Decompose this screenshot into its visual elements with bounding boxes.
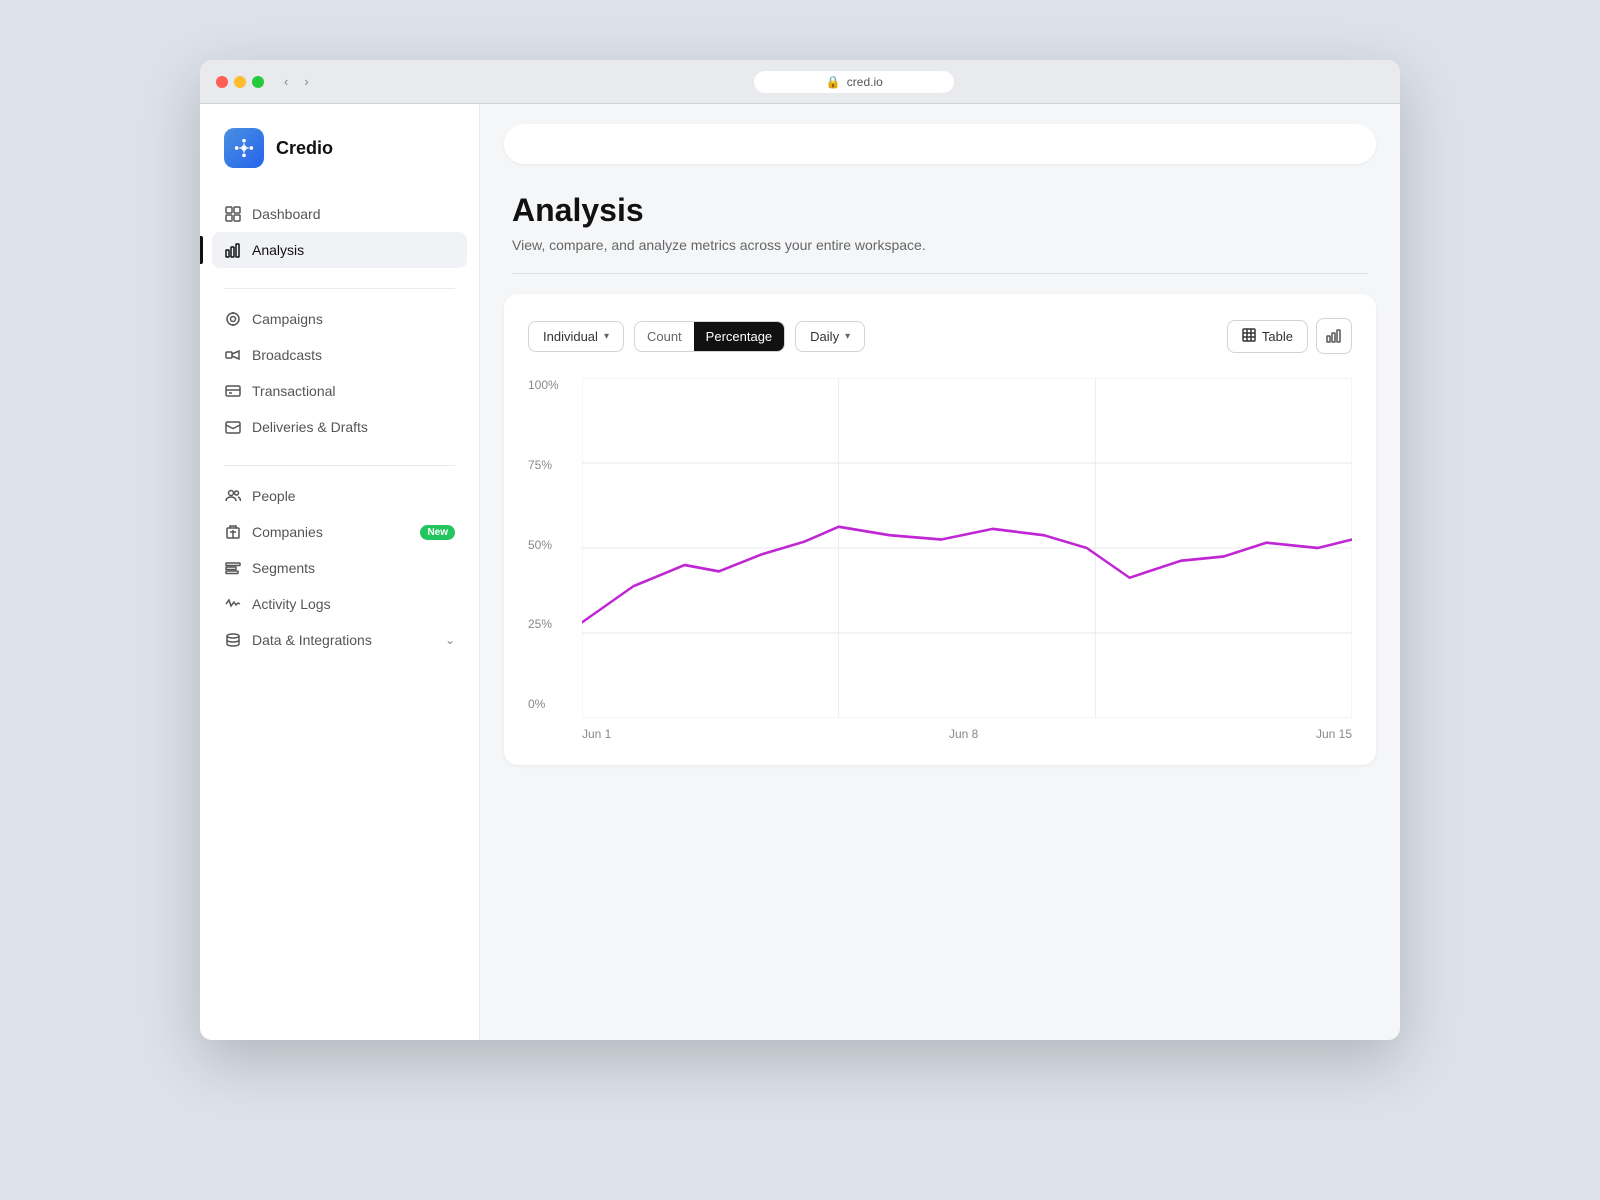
sidebar-people-label: People	[252, 488, 455, 504]
people-icon	[224, 487, 242, 505]
sidebar-item-data-integrations[interactable]: Data & Integrations ⌄	[212, 622, 467, 658]
daily-label: Daily	[810, 329, 839, 344]
header-divider	[512, 273, 1368, 274]
url-text: cred.io	[847, 75, 883, 89]
deliveries-icon	[224, 418, 242, 436]
sidebar: Credio Dashboard	[200, 104, 480, 1040]
y-label-50: 50%	[528, 538, 578, 552]
daily-filter[interactable]: Daily ▾	[795, 321, 865, 352]
sidebar-item-companies[interactable]: Companies New	[212, 514, 467, 550]
count-percentage-toggle: Count Percentage	[634, 321, 785, 352]
browser-chrome: ‹ › 🔒 cred.io	[200, 60, 1400, 104]
table-view-button[interactable]: Table	[1227, 320, 1308, 353]
sidebar-activity-label: Activity Logs	[252, 596, 455, 612]
chart-view-button[interactable]	[1316, 318, 1352, 354]
activity-icon	[224, 595, 242, 613]
companies-new-badge: New	[420, 525, 455, 540]
sidebar-companies-label: Companies	[252, 524, 406, 540]
sidebar-item-campaigns[interactable]: Campaigns	[212, 301, 467, 337]
chevron-down-icon: ⌄	[445, 633, 455, 647]
broadcasts-icon	[224, 346, 242, 364]
individual-chevron: ▾	[604, 331, 609, 342]
window-controls	[216, 76, 264, 88]
sidebar-item-analysis[interactable]: Analysis	[212, 232, 467, 268]
address-bar: 🔒 cred.io	[325, 71, 1384, 93]
forward-icon[interactable]: ›	[300, 72, 312, 91]
x-label-jun8: Jun 8	[949, 727, 978, 741]
logo-text: Credio	[276, 138, 333, 159]
sidebar-campaigns-label: Campaigns	[252, 311, 455, 327]
chart-wrapper: 100% 75% 50% 25% 0%	[528, 378, 1352, 741]
y-axis: 100% 75% 50% 25% 0%	[528, 378, 578, 711]
sidebar-divider-2	[224, 465, 455, 466]
sidebar-item-dashboard[interactable]: Dashboard	[212, 196, 467, 232]
sidebar-item-deliveries[interactable]: Deliveries & Drafts	[212, 409, 467, 445]
browser-window: ‹ › 🔒 cred.io	[200, 60, 1400, 1040]
sidebar-main-nav: Dashboard Analysis	[200, 196, 479, 268]
table-label: Table	[1262, 329, 1293, 344]
chart-area	[582, 378, 1352, 723]
lock-icon: 🔒	[826, 75, 841, 89]
chart-container: Individual ▾ Count Percentage Daily ▾	[504, 294, 1376, 765]
sidebar-item-transactional[interactable]: Transactional	[212, 373, 467, 409]
y-label-100: 100%	[528, 378, 578, 392]
sidebar-item-activity-logs[interactable]: Activity Logs	[212, 586, 467, 622]
sidebar-channels-nav: Campaigns Broadcasts	[200, 301, 479, 445]
percentage-button[interactable]: Percentage	[694, 322, 785, 351]
y-label-75: 75%	[528, 458, 578, 472]
page-subtitle: View, compare, and analyze metrics acros…	[512, 237, 1368, 253]
sidebar-item-segments[interactable]: Segments	[212, 550, 467, 586]
table-grid-icon	[1242, 328, 1256, 345]
close-button[interactable]	[216, 76, 228, 88]
y-label-0: 0%	[528, 697, 578, 711]
x-label-jun1: Jun 1	[582, 727, 611, 741]
sidebar-data-label: Data & Integrations	[252, 632, 435, 648]
sidebar-segments-label: Segments	[252, 560, 455, 576]
campaigns-icon	[224, 310, 242, 328]
page-title: Analysis	[512, 192, 1368, 229]
chart-controls: Individual ▾ Count Percentage Daily ▾	[528, 318, 1352, 354]
transactional-icon	[224, 382, 242, 400]
browser-body: Credio Dashboard	[200, 104, 1400, 1040]
chart-line	[582, 527, 1352, 623]
sidebar-broadcasts-label: Broadcasts	[252, 347, 455, 363]
sidebar-analysis-label: Analysis	[252, 242, 455, 258]
nav-controls: ‹ ›	[280, 72, 313, 91]
main-content: Analysis View, compare, and analyze metr…	[480, 104, 1400, 1040]
back-icon[interactable]: ‹	[280, 72, 292, 91]
companies-icon	[224, 523, 242, 541]
logo-icon	[224, 128, 264, 168]
analysis-icon	[224, 241, 242, 259]
individual-filter[interactable]: Individual ▾	[528, 321, 624, 352]
individual-label: Individual	[543, 329, 598, 344]
dashboard-icon	[224, 205, 242, 223]
daily-chevron: ▾	[845, 331, 850, 342]
minimize-button[interactable]	[234, 76, 246, 88]
line-chart	[582, 378, 1352, 718]
sidebar-dashboard-label: Dashboard	[252, 206, 455, 222]
sidebar-item-people[interactable]: People	[212, 478, 467, 514]
maximize-button[interactable]	[252, 76, 264, 88]
page-header: Analysis View, compare, and analyze metr…	[480, 164, 1400, 273]
sidebar-item-broadcasts[interactable]: Broadcasts	[212, 337, 467, 373]
search-bar[interactable]	[504, 124, 1376, 164]
logo-area: Credio	[200, 128, 479, 196]
x-label-jun15: Jun 15	[1316, 727, 1352, 741]
count-button[interactable]: Count	[635, 322, 694, 351]
url-display[interactable]: 🔒 cred.io	[754, 71, 954, 93]
sidebar-divider-1	[224, 288, 455, 289]
segments-icon	[224, 559, 242, 577]
sidebar-deliveries-label: Deliveries & Drafts	[252, 419, 455, 435]
y-label-25: 25%	[528, 617, 578, 631]
sidebar-transactional-label: Transactional	[252, 383, 455, 399]
x-axis: Jun 1 Jun 8 Jun 15	[582, 727, 1352, 741]
data-icon	[224, 631, 242, 649]
sidebar-data-nav: People Companies New	[200, 478, 479, 658]
view-controls: Table	[1227, 318, 1352, 354]
